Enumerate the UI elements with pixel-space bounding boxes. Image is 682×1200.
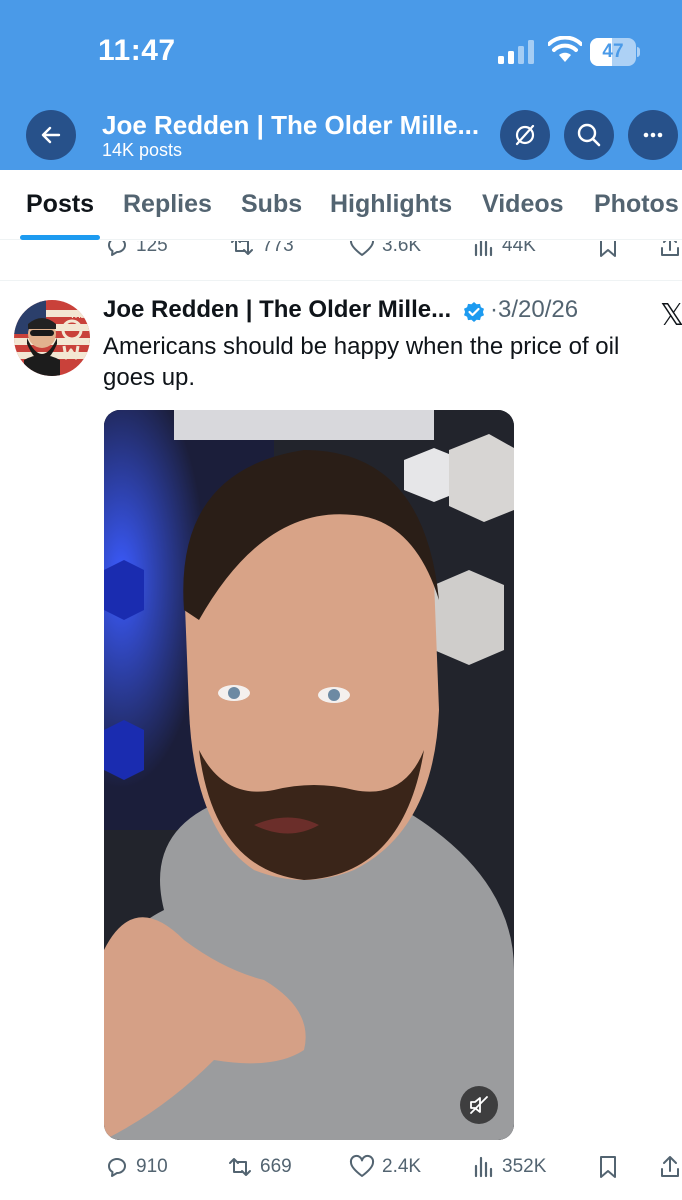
share-icon (661, 241, 679, 256)
previous-repost-count: 773 (262, 241, 294, 256)
top-header: 11:47 47 Joe Redden | The Older Mille...… (0, 0, 682, 170)
x-logo-icon: 𝕏 (660, 299, 682, 332)
mute-toggle-button[interactable] (460, 1086, 498, 1124)
reply-button[interactable]: 910 (104, 1154, 168, 1180)
status-time: 11:47 (98, 34, 176, 67)
cellular-signal-icon (498, 40, 534, 64)
more-icon (643, 132, 663, 138)
previous-reply-count: 125 (136, 241, 168, 256)
like-button[interactable]: 2.4K (348, 1154, 421, 1180)
unsubscribe-button[interactable] (500, 110, 550, 160)
heart-icon (349, 241, 375, 256)
search-button[interactable] (564, 110, 614, 160)
previous-reply-button[interactable]: 125 (104, 241, 168, 259)
active-tab-indicator (20, 235, 100, 240)
post-video[interactable] (104, 410, 514, 1140)
bookmark-icon (600, 241, 616, 257)
profile-title: Joe Redden | The Older Mille... (102, 110, 480, 140)
repost-count: 669 (260, 1156, 292, 1177)
share-icon (661, 1156, 679, 1177)
previous-views-button[interactable]: 44K (472, 241, 536, 259)
repost-icon (229, 1158, 251, 1176)
tab-subs[interactable]: Subs (241, 190, 302, 219)
views-icon (474, 241, 493, 257)
avatar[interactable]: THE (14, 300, 90, 376)
reply-count: 910 (136, 1156, 168, 1177)
share-button[interactable] (658, 1154, 682, 1180)
previous-repost-button[interactable]: 773 (228, 241, 294, 259)
previous-post-actions: 125 773 3.6K 44K (0, 241, 682, 281)
like-count: 2.4K (382, 1156, 422, 1177)
post-text: Americans should be happy when the price… (103, 333, 620, 391)
video-frame (104, 410, 514, 1140)
tab-photos[interactable]: Photos (594, 190, 679, 219)
tab-highlights[interactable]: Highlights (330, 190, 452, 219)
tab-posts[interactable]: Posts (26, 190, 94, 219)
post-date-text: 3/20/26 (498, 296, 579, 323)
previous-views-count: 44K (502, 241, 536, 256)
post-author[interactable]: Joe Redden | The Older Mille... (103, 296, 451, 324)
back-button[interactable] (26, 110, 76, 160)
repost-icon (231, 241, 253, 255)
reply-icon (108, 241, 126, 256)
muted-speaker-icon (470, 1096, 488, 1114)
tab-videos[interactable]: Videos (482, 190, 564, 219)
unsubscribe-icon (515, 124, 535, 146)
more-button[interactable] (628, 110, 678, 160)
previous-like-button[interactable]: 3.6K (348, 241, 421, 259)
views-icon (474, 1156, 493, 1178)
post-count: 14K posts (102, 140, 183, 160)
avatar-image: THE (14, 300, 90, 376)
battery-indicator: 47 (590, 38, 640, 66)
views-count: 352K (502, 1156, 547, 1177)
wifi-icon (548, 36, 582, 62)
avatar-lettering: THE (70, 311, 87, 320)
verified-badge-icon (464, 302, 484, 322)
battery-icon: 47 (590, 38, 636, 66)
battery-percent: 47 (602, 41, 624, 62)
bookmark-button[interactable] (596, 1154, 620, 1180)
previous-like-count: 3.6K (382, 241, 422, 256)
views-button[interactable]: 352K (472, 1154, 546, 1180)
search-icon (577, 123, 601, 147)
tab-replies[interactable]: Replies (123, 190, 212, 219)
previous-share-button[interactable] (658, 241, 682, 259)
post-date[interactable]: ·3/20/26 (490, 296, 578, 324)
bookmark-icon (600, 1156, 616, 1178)
profile-tabs: Posts Replies Subs Highlights Videos Pho… (0, 170, 682, 240)
battery-nub (637, 47, 640, 57)
previous-bookmark-button[interactable] (596, 241, 620, 259)
heart-icon (349, 1154, 375, 1177)
back-arrow-icon (41, 126, 61, 144)
repost-button[interactable]: 669 (226, 1154, 292, 1180)
date-separator: · (490, 296, 498, 323)
reply-icon (108, 1158, 126, 1177)
